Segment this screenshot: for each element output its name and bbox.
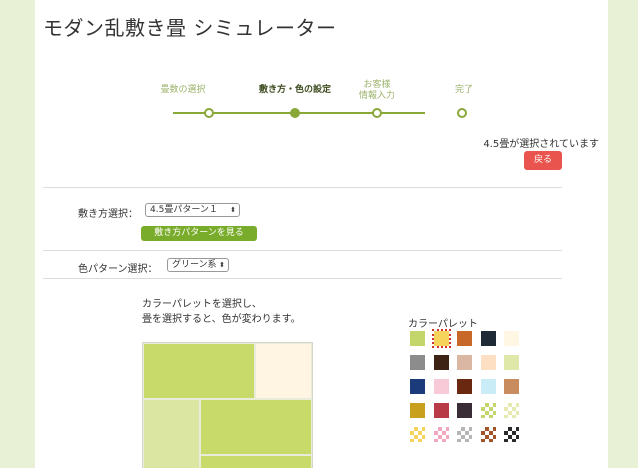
instructions-line-1: カラーパレットを選択し、: [142, 299, 262, 310]
divider-2: [43, 250, 562, 251]
step-dot-4: [457, 108, 467, 118]
color-pattern-label: 色パターン選択：: [78, 264, 158, 275]
step-label-3-line2: 情報入力: [358, 91, 395, 101]
step-progress: 畳数の選択 敷き方・色の設定 お客様 情報入力 完了: [140, 80, 490, 130]
tatami-tile[interactable]: [143, 343, 255, 399]
color-pattern-select-value: グリーン系: [172, 260, 217, 270]
layout-select-value: 4.5畳パターン１: [150, 205, 218, 215]
step-label-4: 完了: [454, 85, 473, 95]
tatami-tile[interactable]: [200, 455, 312, 468]
palette-swatch[interactable]: [457, 331, 472, 346]
palette-swatch[interactable]: [410, 355, 425, 370]
step-dot-1: [204, 108, 214, 118]
main-panel: [35, 0, 608, 468]
palette-swatch[interactable]: [457, 403, 472, 418]
palette-swatch[interactable]: [410, 379, 425, 394]
palette-swatch[interactable]: [410, 403, 425, 418]
divider-1: [43, 187, 562, 188]
palette-swatch[interactable]: [431, 329, 451, 348]
palette-swatch[interactable]: [504, 379, 519, 394]
palette-swatch[interactable]: [480, 379, 496, 394]
step-dot-2: [290, 108, 300, 118]
back-button[interactable]: 戻る: [524, 151, 562, 170]
step-label-2: 敷き方・色の設定: [258, 85, 331, 95]
palette-swatch[interactable]: [504, 427, 519, 442]
palette-swatch[interactable]: [433, 427, 449, 442]
palette-swatch[interactable]: [480, 331, 496, 346]
select-arrows-icon: ⬍: [230, 206, 236, 214]
palette-swatch[interactable]: [480, 355, 496, 370]
view-pattern-button[interactable]: 敷き方パターンを見る: [141, 226, 257, 241]
palette-swatch[interactable]: [433, 379, 449, 394]
tatami-tile[interactable]: [200, 399, 312, 455]
tatami-layout: [142, 342, 313, 468]
palette-swatch[interactable]: [410, 427, 425, 442]
palette-swatch[interactable]: [457, 427, 472, 442]
palette-swatch[interactable]: [480, 403, 496, 418]
selection-status: 4.5畳が選択されています: [483, 139, 599, 150]
step-label-3: お客様 情報入力: [337, 80, 417, 102]
palette-swatch[interactable]: [457, 355, 472, 370]
step-label-3-line1: お客様: [363, 80, 391, 90]
palette-swatch[interactable]: [410, 331, 425, 346]
instructions: カラーパレットを選択し、 畳を選択すると、色が変わります。: [142, 297, 301, 327]
palette-swatch[interactable]: [504, 331, 519, 346]
palette-swatch[interactable]: [504, 403, 519, 418]
palette-swatch[interactable]: [433, 403, 449, 418]
palette-swatch[interactable]: [457, 379, 472, 394]
palette-swatch[interactable]: [433, 355, 449, 370]
divider-3: [43, 278, 562, 279]
tatami-tile[interactable]: [255, 343, 312, 399]
palette-swatch[interactable]: [504, 355, 519, 370]
palette-title: カラーパレット: [408, 319, 478, 330]
layout-select[interactable]: 4.5畳パターン１ ⬍: [145, 203, 240, 217]
color-pattern-select[interactable]: グリーン系 ⬍: [167, 258, 229, 272]
page-title: モダン乱敷き畳 シミュレーター: [43, 16, 337, 40]
layout-label: 敷き方選択：: [78, 209, 138, 220]
instructions-line-2: 畳を選択すると、色が変わります。: [142, 314, 301, 325]
palette-swatch[interactable]: [480, 427, 496, 442]
select-arrows-icon: ⬍: [219, 261, 225, 269]
step-dot-3: [372, 108, 382, 118]
tatami-tile[interactable]: [143, 399, 200, 468]
step-label-1: 畳数の選択: [160, 85, 206, 95]
